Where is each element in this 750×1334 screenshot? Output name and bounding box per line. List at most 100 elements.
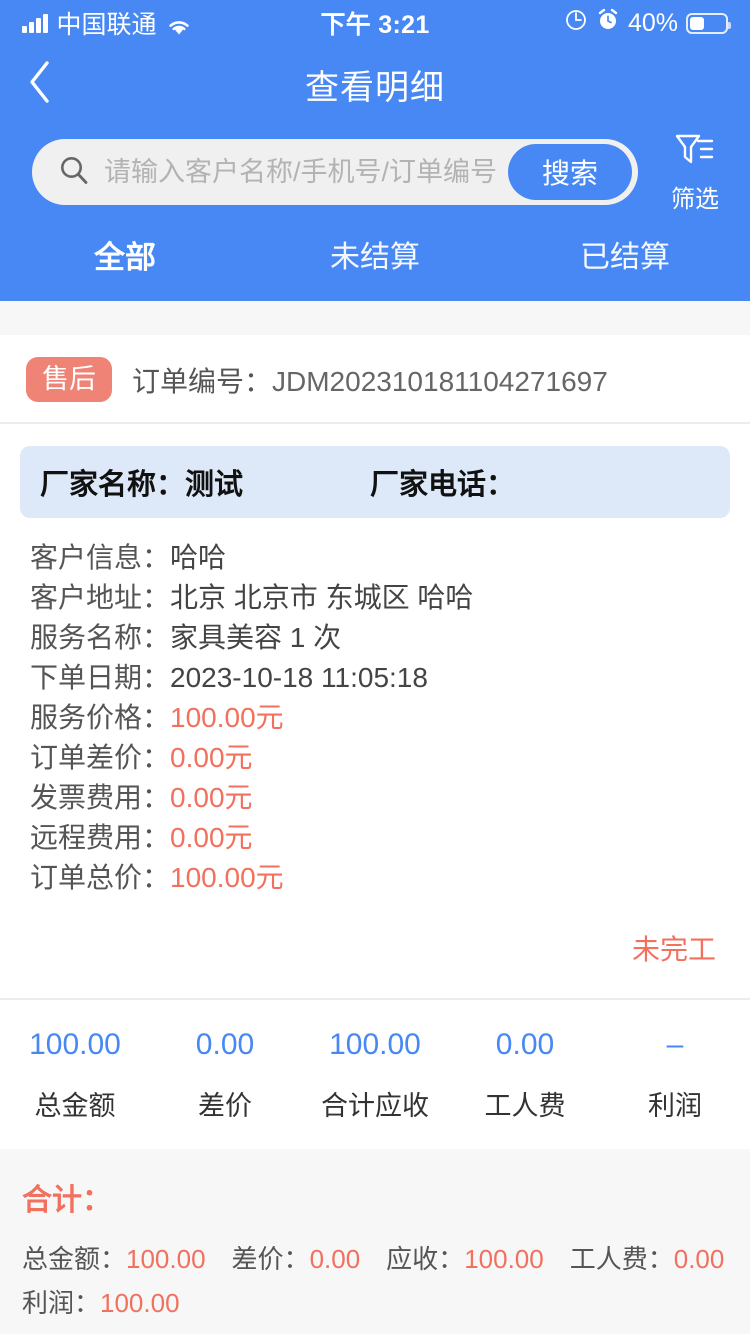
battery-percent-label: 40% [627,8,678,37]
detail-label: 服务名称： [30,622,171,654]
detail-value: 哈哈 [170,542,227,574]
header: 中国联通 下午 3:21 40% 查看明细 请输入客户名称/手机号/订单编号 搜… [0,0,750,301]
tab-unsettled[interactable]: 未结算 [250,232,500,277]
search-button[interactable]: 搜索 [507,144,632,200]
search-input[interactable] [104,139,508,205]
detail-value: 100.00元 [170,702,284,734]
order-status-text: 未完工 [631,934,716,966]
detail-label: 下单日期： [30,662,171,694]
manufacturer-name: 厂家名称：测试 [40,461,370,503]
order-number-row: 售后 订单编号：JDM202310181104271697 [0,335,750,425]
detail-value: 0.00元 [170,742,253,774]
manufacturer-name-label: 厂家名称： [40,469,186,502]
detail-value: 0.00元 [170,822,253,854]
filter-funnel-icon [674,132,716,177]
summary-label: 利润 [648,1091,702,1122]
search-box[interactable]: 搜索 [32,139,638,205]
battery-icon [686,12,731,34]
detail-label: 订单总价： [30,862,171,894]
search-icon [58,154,90,191]
totals-difference-label: 差价： [231,1244,310,1275]
summary-label: 差价 [198,1091,252,1122]
tab-settled[interactable]: 已结算 [500,232,750,277]
detail-row-order-total: 订单总价：100.00元 [30,858,720,898]
manufacturer-bar: 厂家名称：测试 厂家电话： [20,446,730,519]
totals-profit-label: 利润： [22,1288,101,1319]
detail-label: 发票费用： [30,782,171,814]
page-title: 查看明细 [305,68,445,107]
totals-worker-fee-value: 0.00 [673,1244,725,1275]
detail-row-service-name: 服务名称：家具美容 1 次 [30,618,720,658]
summary-label: 合计应收 [321,1091,429,1122]
detail-label: 服务价格： [30,702,171,734]
order-number-label: 订单编号： [132,365,273,397]
detail-value: 2023-10-18 11:05:18 [170,662,428,694]
detail-label: 客户地址： [30,582,171,614]
summary-label: 总金额 [34,1091,116,1122]
filter-label: 筛选 [671,186,719,213]
detail-label: 订单差价： [30,742,171,774]
summary-col-worker-fee: 0.00 工人费 [450,1028,600,1123]
tab-bar: 全部 未结算 已结算 [0,214,750,293]
totals-difference-value: 0.00 [309,1244,361,1275]
nav-bar: 查看明细 [0,46,750,122]
detail-label: 远程费用： [30,822,171,854]
tab-all[interactable]: 全部 [0,232,250,277]
totals-receivable-label: 应收： [386,1244,465,1275]
location-arrow-icon [564,8,588,39]
order-number-value: JDM202310181104271697 [272,365,608,397]
detail-value: 100.00元 [170,862,284,894]
summary-label: 工人费 [484,1091,566,1122]
status-bar: 中国联通 下午 3:21 40% [0,0,750,46]
manufacturer-phone-label: 厂家电话： [370,469,516,502]
status-badge: 售后 [26,357,112,403]
app-screen: 中国联通 下午 3:21 40% 查看明细 请输入客户名称/手机号/订单编号 搜… [0,0,750,1334]
carrier-label: 中国联通 [56,11,157,39]
order-number: 订单编号：JDM202310181104271697 [132,360,608,400]
totals-line-profit: 利润：100.00 [22,1281,728,1325]
detail-value: 北京 北京市 东城区 哈哈 [170,582,474,614]
summary-col-difference: 0.00 差价 [150,1028,300,1123]
signal-bars-icon [22,13,48,33]
search-row: 搜索 筛选 [0,122,750,214]
detail-row-remote-fee: 远程费用：0.00元 [30,818,720,858]
detail-row-price-difference: 订单差价：0.00元 [30,738,720,778]
status-bar-time: 下午 3:21 [320,11,430,39]
totals-section: 合计： 总金额：100.00 差价：0.00 应收：100.00 工人费：0.00 利… [0,1149,750,1334]
detail-row-order-date: 下单日期：2023-10-18 11:05:18 [30,658,720,698]
chevron-left-icon [25,58,55,111]
summary-value: 100.00 [29,1028,121,1062]
totals-profit-value: 100.00 [100,1288,180,1319]
manufacturer-name-value: 测试 [185,469,244,502]
header-content-gap [0,301,750,335]
summary-value: 100.00 [329,1028,421,1062]
summary-value: – [666,1028,684,1062]
detail-label: 客户信息： [30,542,171,574]
totals-title: 合计： [22,1184,112,1218]
summary-col-receivable: 100.00 合计应收 [300,1028,450,1123]
detail-value: 家具美容 1 次 [170,622,342,654]
back-button[interactable] [0,46,80,122]
status-bar-right: 40% [430,8,731,39]
detail-row-customer-address: 客户地址：北京 北京市 东城区 哈哈 [30,578,720,618]
summary-row: 100.00 总金额 0.00 差价 100.00 合计应收 0.00 工人费 … [0,998,750,1150]
detail-row-service-price: 服务价格：100.00元 [30,698,720,738]
alarm-clock-icon [596,8,620,39]
manufacturer-phone: 厂家电话： [370,461,515,503]
totals-line-primary: 总金额：100.00 差价：0.00 应收：100.00 工人费：0.00 [22,1237,728,1281]
wifi-icon [166,14,192,34]
totals-total-amount-label: 总金额： [22,1244,127,1275]
summary-col-total-amount: 100.00 总金额 [0,1028,150,1123]
detail-row-invoice-fee: 发票费用：0.00元 [30,778,720,818]
detail-row-customer-info: 客户信息：哈哈 [30,538,720,578]
summary-value: 0.00 [195,1028,255,1062]
status-bar-left: 中国联通 [22,5,320,41]
filter-button[interactable]: 筛选 [652,130,738,214]
summary-col-profit: – 利润 [600,1028,750,1123]
order-card[interactable]: 售后 订单编号：JDM202310181104271697 厂家名称：测试 厂家… [0,335,750,999]
totals-receivable-value: 100.00 [464,1244,544,1275]
totals-worker-fee-label: 工人费： [569,1244,674,1275]
order-details: 客户信息：哈哈 客户地址：北京 北京市 东城区 哈哈 服务名称：家具美容 1 次… [0,524,750,902]
totals-total-amount-value: 100.00 [126,1244,206,1275]
summary-value: 0.00 [495,1028,555,1062]
